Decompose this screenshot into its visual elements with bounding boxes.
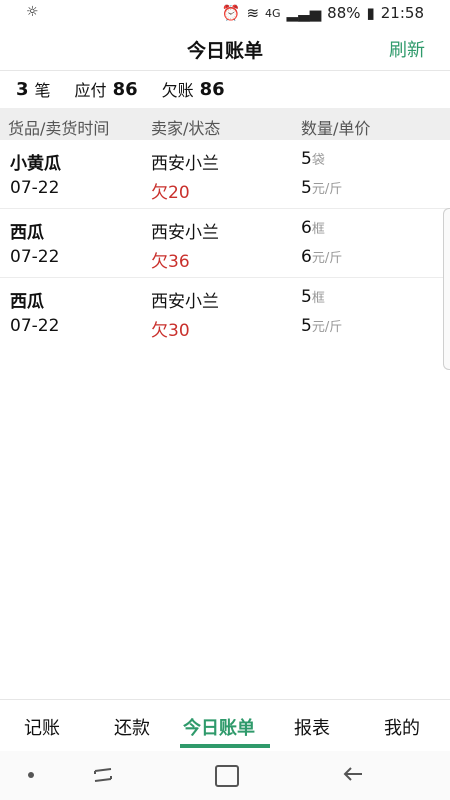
nav-dot-icon[interactable] bbox=[28, 772, 34, 778]
wifi-icon: ≋ bbox=[246, 4, 260, 22]
bottom-tab-bar: 记账 还款 今日账单 报表 我的 bbox=[0, 699, 450, 752]
status-bar: ☼ ⏰ ≋ 4G ▂▃▅ 88% ▮ 21:58 bbox=[0, 0, 450, 26]
battery-percent: 88% bbox=[327, 4, 361, 22]
row-quantity: 6框 bbox=[301, 218, 325, 238]
header-qty-price: 数量/单价 bbox=[301, 119, 371, 138]
row-seller: 西安小兰 bbox=[151, 223, 219, 243]
network-type: 4G bbox=[265, 6, 281, 20]
row-quantity-unit: 袋 bbox=[311, 153, 325, 168]
debt-label: 欠账 bbox=[161, 81, 194, 100]
row-date: 07-22 bbox=[10, 247, 60, 267]
row-price: 6元/斤 bbox=[301, 247, 343, 267]
side-drawer-handle[interactable] bbox=[443, 208, 450, 370]
bill-list: 小黄瓜 07-22 西安小兰 欠20 5袋 5元/斤 西瓜 07-22 西安小兰… bbox=[0, 140, 450, 346]
status-icons: ⏰ ≋ 4G ▂▃▅ 88% ▮ 21:58 bbox=[222, 4, 424, 22]
header-seller-status: 卖家/状态 bbox=[151, 119, 221, 138]
bill-summary: 3 笔 应付 86 欠账 86 bbox=[0, 70, 450, 108]
tab-repayment[interactable]: 还款 bbox=[114, 714, 150, 740]
row-quantity: 5框 bbox=[301, 287, 325, 307]
row-quantity-unit: 框 bbox=[311, 291, 325, 306]
row-price-unit: 元/斤 bbox=[311, 182, 343, 197]
bill-count-unit: 笔 bbox=[34, 81, 51, 100]
debt-value: 86 bbox=[199, 78, 225, 100]
row-price: 5元/斤 bbox=[301, 316, 343, 336]
row-date: 07-22 bbox=[10, 316, 60, 336]
row-product: 小黄瓜 bbox=[10, 154, 61, 174]
row-product: 西瓜 bbox=[10, 292, 44, 312]
table-row[interactable]: 西瓜 07-22 西安小兰 欠30 5框 5元/斤 bbox=[0, 278, 450, 346]
weather-icon: ☼ bbox=[26, 4, 39, 20]
home-icon[interactable] bbox=[215, 765, 239, 787]
header-product-time: 货品/卖货时间 bbox=[8, 119, 110, 138]
page-title: 今日账单 bbox=[186, 40, 263, 62]
tab-report[interactable]: 报表 bbox=[294, 714, 330, 740]
tab-mine[interactable]: 我的 bbox=[384, 714, 420, 740]
payable-value: 86 bbox=[112, 78, 138, 100]
row-price-unit: 元/斤 bbox=[311, 251, 343, 266]
row-status: 欠20 bbox=[151, 183, 190, 203]
tab-record[interactable]: 记账 bbox=[24, 714, 60, 740]
system-nav-bar bbox=[0, 751, 450, 800]
bill-count: 3 bbox=[16, 78, 29, 100]
recent-apps-icon[interactable] bbox=[92, 765, 114, 785]
row-status: 欠36 bbox=[151, 252, 190, 272]
back-icon[interactable] bbox=[342, 763, 364, 785]
payable-label: 应付 bbox=[74, 81, 107, 100]
tab-today-bill[interactable]: 今日账单 bbox=[183, 714, 255, 740]
row-seller: 西安小兰 bbox=[151, 154, 219, 174]
table-row[interactable]: 小黄瓜 07-22 西安小兰 欠20 5袋 5元/斤 bbox=[0, 140, 450, 209]
table-header: 货品/卖货时间 卖家/状态 数量/单价 bbox=[0, 108, 450, 140]
table-row[interactable]: 西瓜 07-22 西安小兰 欠36 6框 6元/斤 bbox=[0, 209, 450, 278]
clock: 21:58 bbox=[380, 4, 424, 22]
row-price-unit: 元/斤 bbox=[311, 320, 343, 335]
row-date: 07-22 bbox=[10, 178, 60, 198]
signal-icon: ▂▃▅ bbox=[286, 4, 322, 22]
refresh-button[interactable]: 刷新 bbox=[389, 36, 425, 62]
active-tab-indicator bbox=[180, 744, 270, 748]
app-header: 今日账单 刷新 bbox=[0, 26, 450, 71]
row-quantity-unit: 框 bbox=[311, 222, 325, 237]
row-product: 西瓜 bbox=[10, 223, 44, 243]
row-status: 欠30 bbox=[151, 321, 190, 341]
battery-icon: ▮ bbox=[366, 4, 375, 22]
row-seller: 西安小兰 bbox=[151, 292, 219, 312]
row-quantity: 5袋 bbox=[301, 149, 325, 169]
row-price: 5元/斤 bbox=[301, 178, 343, 198]
alarm-icon: ⏰ bbox=[221, 4, 241, 22]
